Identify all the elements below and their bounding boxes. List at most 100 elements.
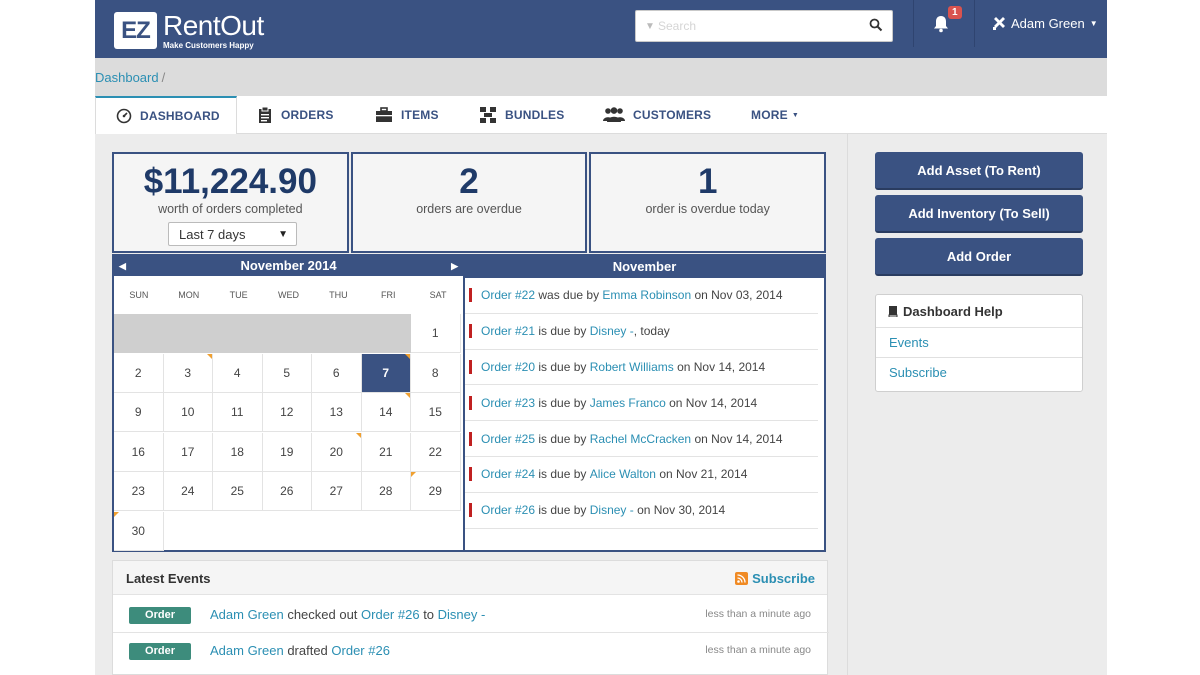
tab-orders[interactable]: ORDERS bbox=[257, 96, 334, 134]
calendar-day[interactable]: 15 bbox=[411, 393, 461, 432]
calendar-day[interactable]: 3 bbox=[163, 353, 213, 393]
help-link-subscribe[interactable]: Subscribe bbox=[876, 358, 1082, 388]
calendar-empty-cell bbox=[361, 314, 411, 353]
customer-link[interactable]: Rachel McCracken bbox=[590, 432, 691, 446]
order-link[interactable]: Order #25 bbox=[481, 432, 535, 446]
order-link[interactable]: Order #26 bbox=[331, 643, 390, 658]
event-action: checked out bbox=[283, 607, 362, 622]
customer-link[interactable]: Emma Robinson bbox=[602, 288, 691, 302]
clipboard-icon bbox=[259, 107, 271, 123]
calendar-day[interactable]: 17 bbox=[163, 432, 213, 472]
breadcrumb-dashboard[interactable]: Dashboard bbox=[95, 70, 159, 85]
calendar-empty-cell bbox=[262, 314, 312, 353]
notification-badge: 1 bbox=[948, 6, 962, 19]
order-link[interactable]: Order #22 bbox=[481, 288, 535, 302]
order-link[interactable]: Order #26 bbox=[361, 607, 420, 622]
calendar-day[interactable]: 2 bbox=[114, 353, 164, 393]
due-event-item: Order #24 is due by Alice Walton on Nov … bbox=[465, 457, 818, 493]
calendar-blank-cell bbox=[362, 512, 412, 551]
calendar-day[interactable]: 20 bbox=[312, 432, 362, 472]
logo-mark: EZ bbox=[114, 12, 157, 49]
calendar-day[interactable]: 4 bbox=[213, 353, 263, 393]
order-link[interactable]: Order #20 bbox=[481, 360, 535, 374]
calendar-day[interactable]: 30 bbox=[114, 511, 164, 551]
calendar-day[interactable]: 27 bbox=[312, 472, 362, 511]
calendar-day[interactable]: 28 bbox=[361, 472, 411, 511]
calendar-day[interactable]: 21 bbox=[361, 432, 411, 472]
search-icon[interactable] bbox=[869, 18, 883, 32]
breadcrumb-bar: Dashboard / bbox=[95, 58, 1107, 96]
due-events-title: November bbox=[465, 256, 824, 278]
tab-dashboard[interactable]: DASHBOARD bbox=[95, 96, 237, 135]
calendar-day[interactable]: 18 bbox=[213, 432, 263, 472]
tab-items[interactable]: ITEMS bbox=[375, 96, 439, 134]
calendar-blank-cell bbox=[263, 512, 313, 551]
customer-link[interactable]: Disney - bbox=[590, 503, 634, 517]
search-input[interactable] bbox=[658, 19, 858, 33]
actor-link[interactable]: Adam Green bbox=[210, 643, 284, 658]
calendar-month: November 2014 bbox=[240, 258, 337, 273]
calendar-empty-cell bbox=[114, 314, 164, 353]
chevron-down-icon[interactable]: ▼ bbox=[642, 21, 658, 32]
calendar-day[interactable]: 5 bbox=[262, 353, 312, 393]
calendar-day[interactable]: 16 bbox=[114, 432, 164, 472]
user-menu[interactable]: Adam Green ▼ bbox=[993, 16, 1098, 31]
calendar-day[interactable]: 9 bbox=[114, 393, 164, 432]
due-event-item: Order #26 is due by Disney - on Nov 30, … bbox=[465, 493, 818, 529]
calendar: ◀ November 2014 ▶ SUN MON TUE WED THU FR… bbox=[112, 254, 465, 552]
calendar-day[interactable]: 6 bbox=[312, 353, 362, 393]
calendar-day[interactable]: 10 bbox=[163, 393, 213, 432]
logo[interactable]: EZ RentOut Make Customers Happy bbox=[114, 12, 264, 50]
tab-more[interactable]: MORE ▼ bbox=[751, 96, 799, 134]
tab-customers[interactable]: CUSTOMERS bbox=[603, 96, 711, 134]
dow-label: WED bbox=[278, 290, 299, 300]
notifications[interactable]: 1 bbox=[913, 0, 975, 47]
calendar-day[interactable]: 1 bbox=[411, 314, 461, 353]
bell-icon bbox=[934, 16, 948, 33]
calendar-day[interactable]: 29 bbox=[411, 472, 461, 511]
calendar-day[interactable]: 13 bbox=[312, 393, 362, 432]
calendar-day[interactable]: 14 bbox=[361, 393, 411, 432]
calendar-day[interactable]: 25 bbox=[213, 472, 263, 511]
order-link[interactable]: Order #24 bbox=[481, 467, 535, 481]
overdue-marker bbox=[469, 324, 472, 339]
calendar-day[interactable]: 19 bbox=[262, 432, 312, 472]
calendar-day[interactable]: 23 bbox=[114, 472, 164, 511]
prev-month-icon[interactable]: ◀ bbox=[119, 256, 126, 276]
customer-link[interactable]: Robert Williams bbox=[590, 360, 674, 374]
overdue-marker bbox=[469, 288, 472, 303]
due-event-item: Order #22 was due by Emma Robinson on No… bbox=[465, 278, 818, 314]
target-link[interactable]: Disney - bbox=[438, 607, 486, 622]
help-title-label: Dashboard Help bbox=[903, 303, 1003, 319]
customer-link[interactable]: James Franco bbox=[590, 396, 666, 410]
due-events-panel: November Order #22 was due by Emma Robin… bbox=[465, 254, 826, 552]
add-inventory-button[interactable]: Add Inventory (To Sell) bbox=[875, 195, 1083, 233]
period-select[interactable]: Last 7 days ▼ bbox=[168, 222, 297, 246]
calendar-blank-cell bbox=[312, 512, 362, 551]
help-link-events[interactable]: Events bbox=[876, 328, 1082, 358]
actor-link[interactable]: Adam Green bbox=[210, 607, 284, 622]
tab-bundles[interactable]: BUNDLES bbox=[479, 96, 564, 134]
event-connector: to bbox=[419, 607, 438, 622]
order-link[interactable]: Order #21 bbox=[481, 324, 535, 338]
calendar-day[interactable]: 8 bbox=[411, 353, 461, 393]
calendar-day[interactable]: 24 bbox=[163, 472, 213, 511]
calendar-day[interactable]: 11 bbox=[213, 393, 263, 432]
stat-overdue-today: 1 order is overdue today bbox=[589, 152, 827, 253]
customer-link[interactable]: Disney - bbox=[590, 324, 634, 338]
calendar-day[interactable]: 26 bbox=[262, 472, 312, 511]
subscribe-link[interactable]: Subscribe bbox=[735, 571, 815, 586]
calendar-day-today[interactable]: 7 bbox=[361, 353, 411, 393]
sidebar: Add Asset (To Rent) Add Inventory (To Se… bbox=[847, 134, 1107, 675]
order-link[interactable]: Order #23 bbox=[481, 396, 535, 410]
stat-overdue: 2 orders are overdue bbox=[350, 152, 588, 253]
latest-event-row: Order Adam Green checked out Order #26 to… bbox=[113, 597, 829, 633]
next-month-icon[interactable]: ▶ bbox=[451, 256, 458, 276]
brand-tagline: Make Customers Happy bbox=[163, 41, 254, 50]
customer-link[interactable]: Alice Walton bbox=[590, 467, 656, 481]
order-link[interactable]: Order #26 bbox=[481, 503, 535, 517]
add-asset-button[interactable]: Add Asset (To Rent) bbox=[875, 152, 1083, 190]
calendar-day[interactable]: 12 bbox=[262, 393, 312, 432]
add-order-button[interactable]: Add Order bbox=[875, 238, 1083, 276]
calendar-day[interactable]: 22 bbox=[411, 432, 461, 472]
